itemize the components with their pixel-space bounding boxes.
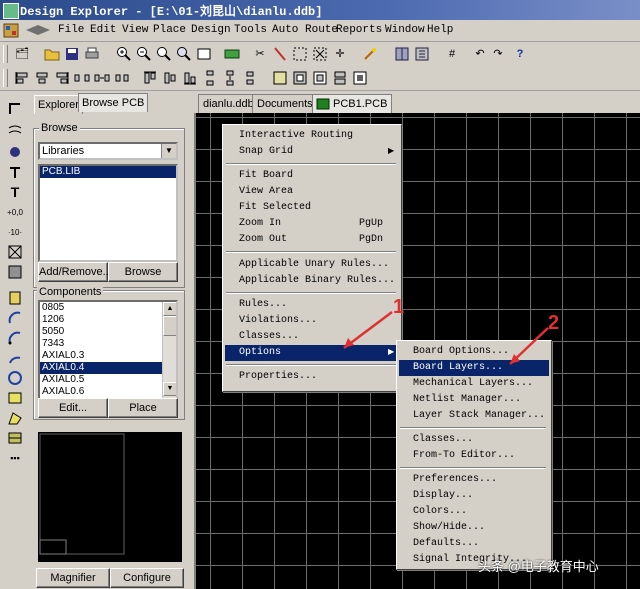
annotation-label-1: 1 [393, 296, 405, 318]
watermark-text: 头条 @电子教育中心 [478, 559, 599, 574]
annotation-arrows [343, 311, 549, 365]
annotation-label-2: 2 [548, 312, 560, 334]
